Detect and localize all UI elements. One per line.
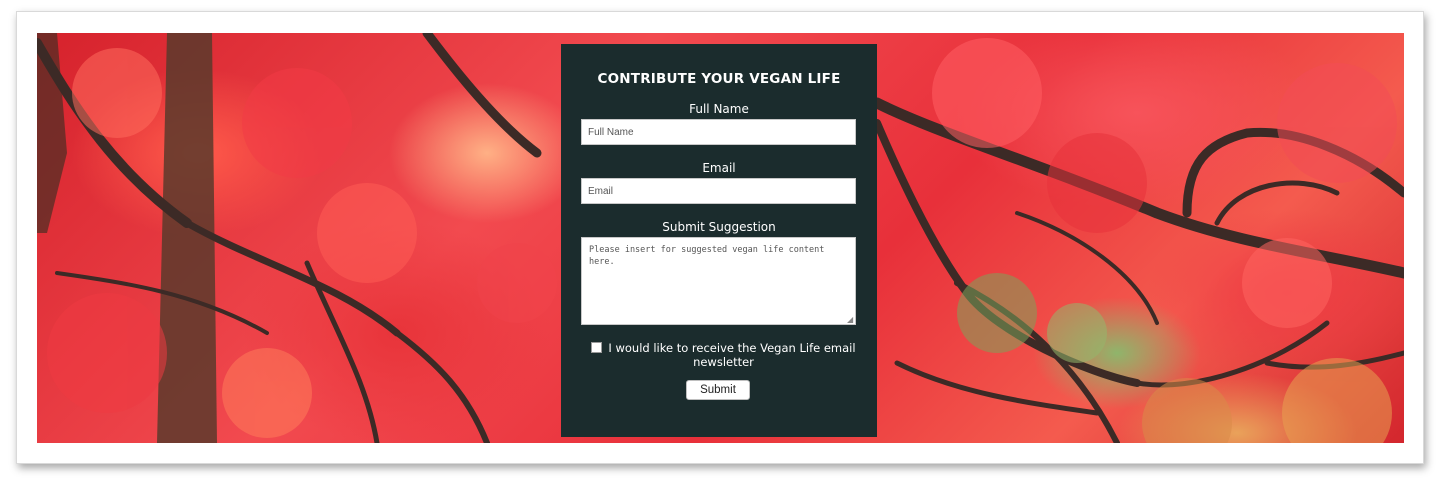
suggestion-label: Submit Suggestion bbox=[662, 220, 776, 234]
suggestion-textarea[interactable] bbox=[581, 237, 856, 325]
newsletter-checkbox[interactable] bbox=[591, 342, 603, 353]
form-title: CONTRIBUTE YOUR VEGAN LIFE bbox=[597, 71, 841, 87]
full-name-label: Full Name bbox=[689, 102, 749, 116]
contribute-form-card: CONTRIBUTE YOUR VEGAN LIFE Full Name Ema… bbox=[561, 44, 877, 437]
newsletter-option: I would like to receive the Vegan Life e… bbox=[591, 341, 856, 369]
email-input[interactable] bbox=[581, 178, 856, 204]
full-name-input[interactable] bbox=[581, 119, 856, 145]
resize-handle-icon[interactable]: ◢ bbox=[847, 316, 855, 324]
newsletter-label: I would like to receive the Vegan Life e… bbox=[608, 341, 856, 369]
submit-button[interactable]: Submit bbox=[686, 380, 750, 400]
email-label: Email bbox=[702, 161, 736, 175]
